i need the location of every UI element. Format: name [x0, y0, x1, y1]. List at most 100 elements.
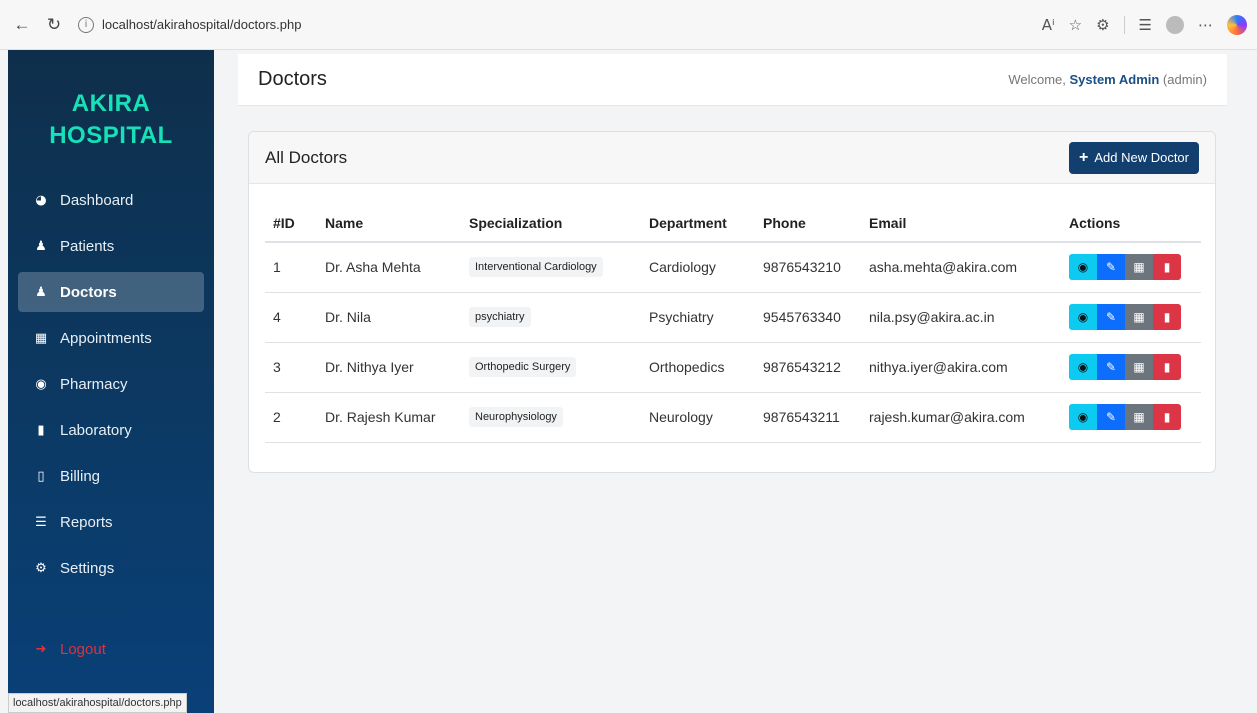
add-doctor-button[interactable]: + Add New Doctor	[1069, 141, 1199, 174]
cell-id: 4	[265, 292, 317, 343]
column-header-phone: Phone	[755, 204, 861, 243]
specialization-badge: Orthopedic Surgery	[469, 357, 577, 377]
welcome-text: Welcome, System Admin (admin)	[1008, 72, 1207, 87]
sidebar-item-pharmacy[interactable]: ◉ Pharmacy	[18, 364, 204, 404]
cell-name: Dr. Rajesh Kumar	[317, 392, 461, 443]
sidebar-item-label: Billing	[60, 467, 101, 485]
column-header-name: Name	[317, 204, 461, 243]
sidebar-item-label: Dashboard	[60, 191, 134, 209]
cell-name: Dr. Asha Mehta	[317, 242, 461, 293]
logout-link[interactable]: ➜ Logout	[18, 629, 204, 669]
cell-specialization: psychiatry	[461, 292, 641, 343]
favorite-star-icon[interactable]: ☆	[1069, 16, 1082, 34]
cell-actions: ◉ ✎ ▦ ▮	[1061, 342, 1201, 393]
cell-phone: 9876543210	[755, 242, 861, 293]
plus-icon: +	[1079, 148, 1089, 166]
sidebar-item-label: Pharmacy	[60, 375, 128, 393]
view-eye-icon[interactable]: ◉	[1069, 354, 1097, 380]
sidebar-item-label: Settings	[60, 559, 115, 577]
schedule-calendar-icon[interactable]: ▦	[1125, 304, 1153, 330]
delete-trash-icon[interactable]: ▮	[1153, 254, 1181, 281]
sidebar-item-label: Appointments	[60, 329, 152, 347]
edit-icon[interactable]: ✎	[1097, 254, 1125, 281]
doctor-icon: ♟	[35, 284, 47, 300]
edit-icon[interactable]: ✎	[1097, 354, 1125, 380]
sidebar-item-doctors[interactable]: ♟ Doctors	[18, 272, 204, 312]
cell-specialization: Interventional Cardiology	[461, 242, 641, 293]
invoice-icon: ▯	[37, 468, 45, 484]
chart-icon: ☰	[35, 514, 47, 530]
page-title: Doctors	[258, 68, 327, 90]
specialization-badge: psychiatry	[469, 307, 531, 327]
sidebar-item-label: Doctors	[60, 283, 117, 301]
edit-icon[interactable]: ✎	[1097, 404, 1125, 430]
sidebar-item-patients[interactable]: ♟ Patients	[18, 226, 204, 266]
sidebar-item-dashboard[interactable]: ◕ Dashboard	[18, 180, 204, 220]
extensions-icon[interactable]: ⚙	[1096, 16, 1109, 34]
column-header-department: Department	[641, 204, 755, 243]
refresh-icon[interactable]: ↻	[42, 13, 66, 37]
cell-email: asha.mehta@akira.com	[861, 242, 1061, 293]
delete-trash-icon[interactable]: ▮	[1153, 304, 1181, 330]
schedule-calendar-icon[interactable]: ▦	[1125, 404, 1153, 430]
delete-trash-icon[interactable]: ▮	[1153, 404, 1181, 430]
patients-icon: ♟	[35, 238, 47, 254]
cell-email: rajesh.kumar@akira.com	[861, 392, 1061, 443]
user-name: System Admin	[1069, 72, 1160, 87]
cell-department: Psychiatry	[641, 292, 755, 343]
edit-icon[interactable]: ✎	[1097, 304, 1125, 330]
view-eye-icon[interactable]: ◉	[1069, 404, 1097, 430]
action-group: ◉ ✎ ▦ ▮	[1069, 354, 1193, 380]
copilot-icon[interactable]	[1227, 14, 1247, 35]
card-header: All Doctors + Add New Doctor	[249, 132, 1215, 184]
cell-actions: ◉ ✎ ▦ ▮	[1061, 242, 1201, 293]
doctors-card: All Doctors + Add New Doctor #ID Name Sp…	[248, 131, 1216, 473]
address-bar[interactable]: i localhost/akirahospital/doctors.php	[78, 9, 438, 41]
pills-icon: ◉	[35, 376, 47, 392]
table-row: 4 Dr. Nila psychiatry Psychiatry 9545763…	[265, 292, 1201, 343]
cell-department: Orthopedics	[641, 342, 755, 393]
brand-line-1: AKIRA	[71, 90, 151, 117]
logout-icon: ➜	[35, 641, 47, 657]
specialization-badge: Neurophysiology	[469, 407, 563, 427]
sidebar-item-laboratory[interactable]: ▮ Laboratory	[18, 410, 204, 450]
delete-trash-icon[interactable]: ▮	[1153, 354, 1181, 380]
sidebar-item-settings[interactable]: ⚙ Settings	[18, 548, 204, 588]
sidebar-item-label: Reports	[60, 513, 113, 531]
card-title: All Doctors	[265, 147, 348, 167]
cell-id: 2	[265, 392, 317, 443]
cell-department: Neurology	[641, 392, 755, 443]
view-eye-icon[interactable]: ◉	[1069, 254, 1097, 281]
address-url: localhost/akirahospital/doctors.php	[102, 17, 302, 32]
view-eye-icon[interactable]: ◉	[1069, 304, 1097, 330]
dashboard-icon: ◕	[35, 192, 47, 208]
sidebar-item-billing[interactable]: ▯ Billing	[18, 456, 204, 496]
sidebar-menu: ◕ Dashboard ♟ Patients ♟ Doctors ▦ Appoi…	[8, 180, 214, 588]
profile-avatar-icon[interactable]	[1166, 15, 1184, 34]
column-header-specialization: Specialization	[461, 204, 641, 243]
back-arrow-icon[interactable]: ←	[10, 13, 34, 37]
calendar-icon: ▦	[34, 330, 48, 346]
info-icon[interactable]: i	[78, 16, 94, 33]
toolbar-divider	[1123, 15, 1125, 34]
more-options-icon[interactable]: ⋯	[1198, 16, 1213, 34]
table-row: 3 Dr. Nithya Iyer Orthopedic Surgery Ort…	[265, 342, 1201, 393]
gear-icon: ⚙	[35, 560, 47, 576]
read-aloud-icon[interactable]: Aⁱ	[1042, 16, 1055, 34]
cell-actions: ◉ ✎ ▦ ▮	[1061, 292, 1201, 343]
table-header-row: #ID Name Specialization Department Phone…	[265, 204, 1201, 243]
sidebar-item-reports[interactable]: ☰ Reports	[18, 502, 204, 542]
cell-name: Dr. Nila	[317, 292, 461, 343]
sidebar-item-label: Laboratory	[60, 421, 132, 439]
schedule-calendar-icon[interactable]: ▦	[1125, 254, 1153, 281]
table-row: 2 Dr. Rajesh Kumar Neurophysiology Neuro…	[265, 392, 1201, 443]
brand-logo[interactable]: AKIRA HOSPITAL	[8, 88, 214, 152]
flask-icon: ▮	[37, 422, 45, 438]
sidebar-item-appointments[interactable]: ▦ Appointments	[18, 318, 204, 358]
specialization-badge: Interventional Cardiology	[469, 257, 603, 278]
action-group: ◉ ✎ ▦ ▮	[1069, 404, 1193, 430]
column-header-id: #ID	[265, 204, 317, 243]
cell-email: nithya.iyer@akira.com	[861, 342, 1061, 393]
favorites-list-icon[interactable]: ☰	[1139, 16, 1152, 34]
schedule-calendar-icon[interactable]: ▦	[1125, 354, 1153, 380]
